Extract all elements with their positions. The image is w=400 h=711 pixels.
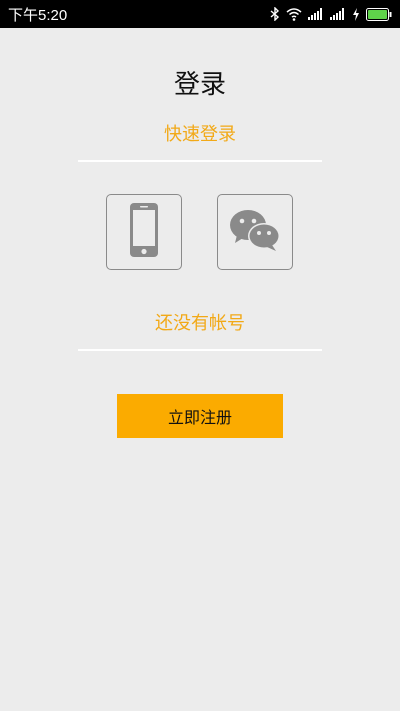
divider	[78, 160, 322, 162]
battery-icon	[366, 7, 392, 21]
quick-login-label: 快速登录	[164, 124, 236, 145]
signal-icon	[308, 8, 324, 20]
register-button[interactable]: 立即注册	[117, 394, 283, 438]
status-icons	[270, 7, 392, 21]
wechat-login-button[interactable]	[217, 194, 293, 270]
no-account-label: 还没有帐号	[155, 313, 245, 334]
bluetooth-icon	[270, 7, 280, 21]
phone-icon	[129, 202, 159, 262]
wechat-icon	[229, 208, 281, 256]
phone-login-button[interactable]	[106, 194, 182, 270]
charging-icon	[352, 7, 360, 21]
status-time: 下午5:20	[8, 6, 68, 24]
signal-icon	[330, 8, 346, 20]
status-bar: 下午5:20	[0, 0, 400, 28]
divider	[78, 349, 322, 351]
wifi-icon	[286, 7, 302, 21]
page-title: 登录	[173, 70, 226, 100]
